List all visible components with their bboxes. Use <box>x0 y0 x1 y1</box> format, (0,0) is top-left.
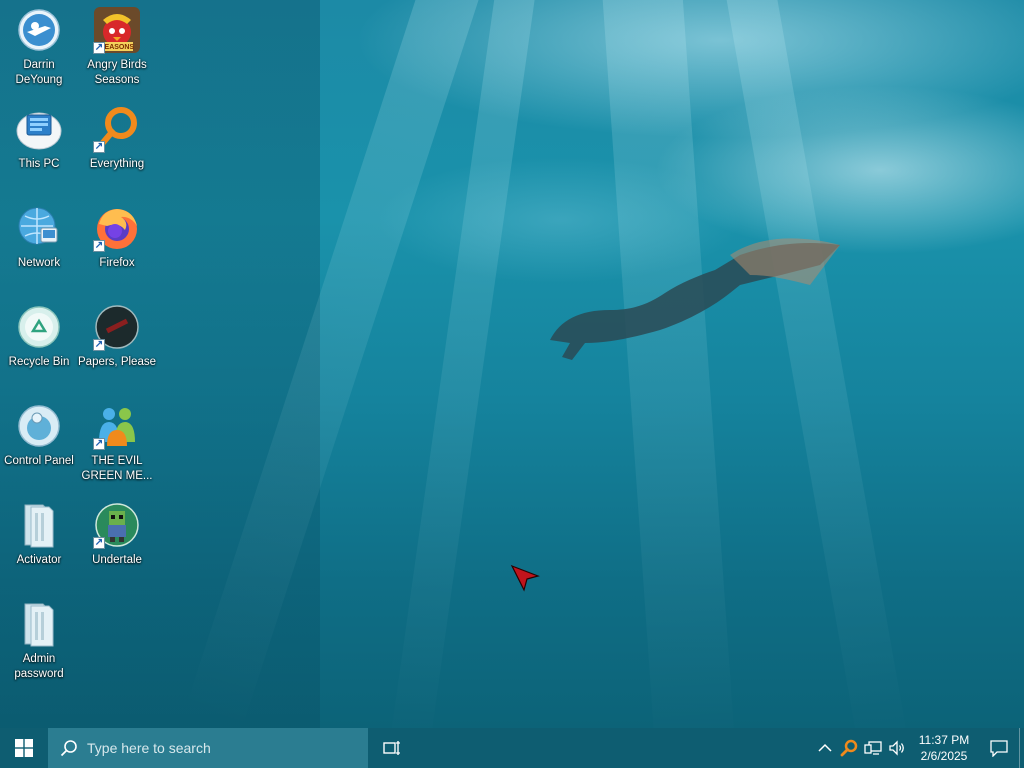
clock-time: 11:37 PM <box>918 733 970 747</box>
search-input[interactable] <box>87 740 347 756</box>
desktop-icon-activator[interactable]: Activator <box>0 501 78 593</box>
icon-label: THE EVIL GREEN ME... <box>81 455 153 482</box>
network-globe-icon <box>18 207 58 245</box>
icon-label: Firefox <box>99 257 135 269</box>
recycle-bin-icon <box>18 306 60 348</box>
desktop-icon-admin-password[interactable]: Admin password <box>0 600 78 692</box>
folder-icon <box>24 504 54 548</box>
task-view-button[interactable] <box>368 728 416 768</box>
icon-label: Control Panel <box>4 455 74 467</box>
network-icon <box>864 741 882 755</box>
desktop-icon-control-panel[interactable]: Control Panel <box>0 402 78 494</box>
desktop-icon-recycle-bin[interactable]: Recycle Bin <box>0 303 78 395</box>
computer-icon <box>16 112 62 150</box>
show-hidden-icons-button[interactable] <box>813 728 837 768</box>
mouse-cursor-icon <box>510 564 540 592</box>
desktop-icon-angry-birds-seasons[interactable]: SEASONS ↗ Angry Birds Seasons <box>78 6 156 98</box>
tray-everything-button[interactable] <box>837 728 861 768</box>
task-view-icon <box>383 741 400 755</box>
clock-date: 2/6/2025 <box>920 749 968 763</box>
user-folder-icon <box>18 9 60 51</box>
desktop-icon-papers-please[interactable]: ↗ Papers, Please <box>78 303 156 395</box>
folder-icon <box>24 603 54 647</box>
everything-tray-icon <box>840 739 858 757</box>
shortcut-arrow-icon: ↗ <box>93 339 105 351</box>
desktop-icon-darrin-deyoung[interactable]: Darrin DeYoung <box>0 6 78 98</box>
desktop-icon-this-pc[interactable]: This PC <box>0 105 78 197</box>
show-desktop-button[interactable] <box>1019 728 1024 768</box>
desktop-icon-firefox[interactable]: ↗ Firefox <box>78 204 156 296</box>
desktop-icon-undertale[interactable]: ↗ Undertale <box>78 501 156 593</box>
icon-label: Admin password <box>14 653 64 680</box>
icon-label: Network <box>17 257 61 269</box>
icon-label: Darrin DeYoung <box>15 59 63 86</box>
action-center-icon <box>990 740 1008 757</box>
shortcut-arrow-icon: ↗ <box>93 438 105 450</box>
tray-volume-button[interactable] <box>885 728 909 768</box>
action-center-button[interactable] <box>979 728 1019 768</box>
icon-label: Activator <box>16 554 62 566</box>
taskbar-search-box[interactable] <box>48 728 368 768</box>
windows-logo-icon <box>15 739 33 757</box>
icon-label: Papers, Please <box>78 356 156 368</box>
icon-label: Everything <box>89 158 145 170</box>
desktop-icon-the-evil-green-me[interactable]: ↗ THE EVIL GREEN ME... <box>78 402 156 494</box>
icon-label: Recycle Bin <box>8 356 70 368</box>
shortcut-arrow-icon: ↗ <box>93 141 105 153</box>
chevron-up-icon <box>818 743 832 752</box>
icon-label: Undertale <box>92 554 142 566</box>
shortcut-arrow-icon: ↗ <box>93 537 105 549</box>
desktop-icon-everything[interactable]: ↗ Everything <box>78 105 156 197</box>
shortcut-arrow-icon: ↗ <box>93 42 105 54</box>
desktop-icon-network[interactable]: Network <box>0 204 78 296</box>
control-panel-icon <box>18 405 60 447</box>
search-icon <box>60 740 77 757</box>
taskbar-clock[interactable]: 11:37 PM 2/6/2025 <box>909 728 979 768</box>
volume-icon <box>889 740 904 756</box>
svg-text:SEASONS: SEASONS <box>100 44 135 51</box>
tray-network-button[interactable] <box>861 728 885 768</box>
icon-label: Angry Birds Seasons <box>87 59 147 86</box>
icon-label: This PC <box>18 158 60 170</box>
start-button[interactable] <box>0 728 48 768</box>
diver-silhouette <box>550 238 840 360</box>
shortcut-arrow-icon: ↗ <box>93 240 105 252</box>
taskbar: 11:37 PM 2/6/2025 <box>0 728 1024 768</box>
